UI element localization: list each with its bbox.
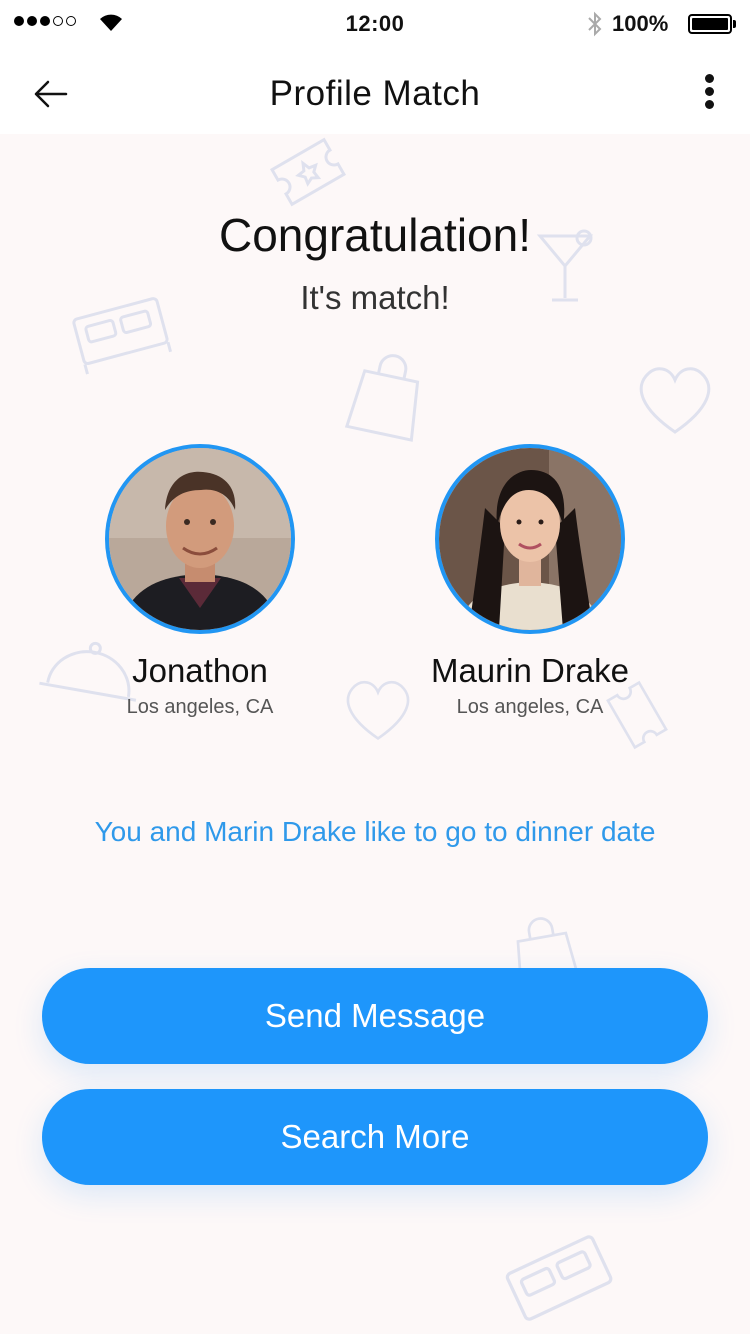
status-bar: 12:00 100% (0, 0, 750, 48)
profile-location: Los angeles, CA (456, 696, 604, 718)
avatar (105, 444, 295, 634)
match-subheading: It's match! (300, 279, 450, 316)
shopping-bag-icon (344, 354, 420, 442)
page-title: Profile Match (269, 74, 481, 113)
bed-icon (505, 1235, 613, 1321)
more-options-button[interactable] (694, 74, 724, 114)
congratulation-heading: Congratulation! (219, 209, 531, 261)
nav-bar: Profile Match (0, 48, 750, 134)
search-more-button[interactable]: Search More (42, 1089, 708, 1185)
profile-name: Jonathon (132, 652, 268, 689)
send-message-button[interactable]: Send Message (42, 968, 708, 1064)
ticket-icon (269, 137, 347, 207)
profile-name: Maurin Drake (430, 652, 630, 689)
profile-card-maurin-drake[interactable]: Maurin Drake Los angeles, CA (400, 444, 660, 719)
bluetooth-icon (588, 11, 602, 37)
profile-location: Los angeles, CA (126, 696, 274, 718)
more-vertical-icon (704, 74, 714, 83)
avatar (435, 444, 625, 634)
battery-percentage: 100% (612, 11, 669, 36)
profile-card-jonathon[interactable]: Jonathon Los angeles, CA (70, 444, 330, 719)
match-note: You and Marin Drake like to go to dinner… (94, 816, 656, 847)
battery-tip (733, 20, 736, 28)
battery-icon (688, 14, 732, 34)
heart-icon (639, 367, 711, 434)
